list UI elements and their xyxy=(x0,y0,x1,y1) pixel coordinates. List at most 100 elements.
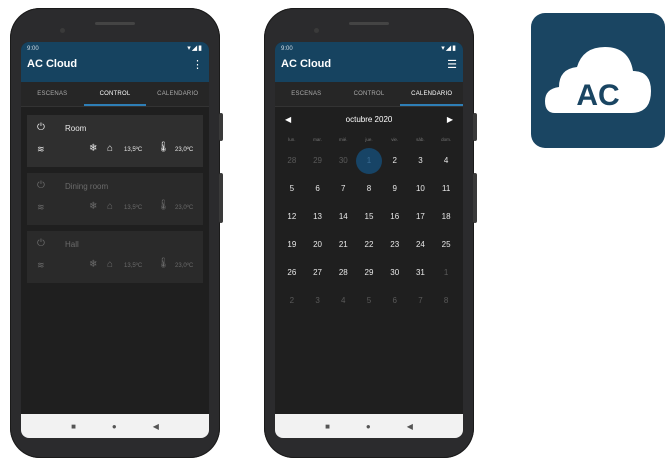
indoor-temperature-icon: ⌂ xyxy=(107,201,114,212)
calendar-day[interactable]: 16 xyxy=(382,203,408,231)
calendar-day[interactable]: 27 xyxy=(305,259,331,287)
calendar-day[interactable]: 9 xyxy=(382,175,408,203)
logo-text: AC xyxy=(576,79,619,112)
day-number: 30 xyxy=(390,268,400,277)
calendar-day[interactable]: 25 xyxy=(433,231,459,259)
day-number: 3 xyxy=(315,296,320,305)
tab-escenas[interactable]: ESCENAS xyxy=(275,82,338,106)
tab-escenas[interactable]: ESCENAS xyxy=(21,82,84,106)
earpiece-speaker xyxy=(349,22,389,25)
phone-calendar: 9:00 ▾◢▮ AC Cloud ☰ ESCENAS CONTROL CALE… xyxy=(264,8,477,458)
calendar-day[interactable]: 30 xyxy=(382,259,408,287)
calendar-day[interactable]: 18 xyxy=(433,203,459,231)
calendar-day[interactable]: 29 xyxy=(356,259,382,287)
device-name: Hall xyxy=(65,240,79,249)
calendar-day[interactable]: 6 xyxy=(305,175,331,203)
day-number: 29 xyxy=(364,268,374,277)
snowflake-icon: ❄ xyxy=(89,259,98,270)
home-icon[interactable]: ● xyxy=(112,422,117,431)
back-icon[interactable]: ◀ xyxy=(153,422,159,431)
calendar-day[interactable]: 12 xyxy=(279,203,305,231)
wifi-icon: ≋ xyxy=(37,202,45,212)
calendar-day[interactable]: 3 xyxy=(408,147,434,175)
calendar-day-selected[interactable]: 1 xyxy=(355,147,382,175)
device-name: Dining room xyxy=(65,182,109,191)
calendar-day[interactable]: 21 xyxy=(330,231,356,259)
calendar-day[interactable]: 4 xyxy=(433,147,459,175)
calendar-day[interactable]: 4 xyxy=(330,287,356,315)
wifi-icon: ≋ xyxy=(37,144,45,154)
calendar-day[interactable]: 2 xyxy=(382,147,408,175)
day-number: 3 xyxy=(418,156,423,165)
calendar-day[interactable]: 8 xyxy=(433,287,459,315)
calendar-day[interactable]: 28 xyxy=(279,147,305,175)
thermometer-icon: 🌡 xyxy=(157,142,170,153)
calendar-day[interactable]: 6 xyxy=(382,287,408,315)
device-name: Room xyxy=(65,124,87,133)
back-icon[interactable]: ◀ xyxy=(407,422,413,431)
recents-icon[interactable]: ■ xyxy=(71,422,76,431)
tab-calendario[interactable]: CALENDARIO xyxy=(400,82,463,106)
tab-calendario[interactable]: CALENDARIO xyxy=(146,82,209,106)
calendar-day[interactable]: 10 xyxy=(408,175,434,203)
day-number: 20 xyxy=(313,240,323,249)
calendar-day[interactable]: 28 xyxy=(330,259,356,287)
app-bar: 9:00 ▾◢▮ AC Cloud ⋮ xyxy=(21,42,209,82)
power-icon[interactable]: ⏻ xyxy=(37,122,45,133)
recents-icon[interactable]: ■ xyxy=(325,422,330,431)
app-screen: 9:00 ▾◢▮ AC Cloud ☰ ESCENAS CONTROL CALE… xyxy=(275,42,463,438)
setpoint-temperature: 23,0ºC xyxy=(175,147,194,153)
day-number: 4 xyxy=(443,156,449,165)
calendar-day[interactable]: 8 xyxy=(356,175,382,203)
calendar-day[interactable]: 14 xyxy=(330,203,356,231)
calendar-day[interactable]: 24 xyxy=(408,231,434,259)
day-number: 25 xyxy=(441,240,451,249)
device-card-hall[interactable]: ⏻ Hall ≋ ❄ ⌂ 13,5ºC 🌡 23,0ºC xyxy=(27,231,203,283)
calendar-day[interactable]: 3 xyxy=(305,287,331,315)
calendar-day[interactable]: 17 xyxy=(408,203,434,231)
thermometer-icon: 🌡 xyxy=(157,258,170,269)
calendar-day[interactable]: 23 xyxy=(382,231,408,259)
device-card-dining-room[interactable]: ⏻ Dining room ≋ ❄ ⌂ 13,5ºC 🌡 23,0ºC xyxy=(27,173,203,225)
tab-bar: ESCENAS CONTROL CALENDARIO xyxy=(21,82,209,107)
indoor-temperature: 13,5ºC xyxy=(124,205,143,211)
tab-control[interactable]: CONTROL xyxy=(83,82,147,106)
weekday-label: mar. xyxy=(313,137,322,142)
next-month-icon[interactable]: ▶ xyxy=(447,115,453,124)
day-number: 5 xyxy=(289,184,295,193)
calendar-day[interactable]: 13 xyxy=(305,203,331,231)
day-number: 10 xyxy=(415,184,425,193)
calendar-day[interactable]: 29 xyxy=(305,147,331,175)
front-camera xyxy=(60,28,65,33)
calendar-day[interactable]: 19 xyxy=(279,231,305,259)
volume-button xyxy=(219,113,223,141)
calendar-day[interactable]: 31 xyxy=(408,259,434,287)
calendar-day[interactable]: 7 xyxy=(330,175,356,203)
device-card-room[interactable]: ⏻ Room ≋ ❄ ⌂ 13,5ºC 🌡 23,0ºC xyxy=(27,115,203,167)
day-number: 2 xyxy=(289,296,295,305)
calendar-day[interactable]: 22 xyxy=(356,231,382,259)
calendar-day[interactable]: 26 xyxy=(279,259,305,287)
list-menu-icon[interactable]: ☰ xyxy=(447,58,457,71)
day-number: 7 xyxy=(341,184,346,193)
calendar-day[interactable]: 30 xyxy=(330,147,356,175)
calendar-day[interactable]: 2 xyxy=(279,287,305,315)
power-icon[interactable]: ⏻ xyxy=(37,238,45,249)
home-icon[interactable]: ● xyxy=(366,422,371,431)
kebab-menu-icon[interactable]: ⋮ xyxy=(192,58,203,71)
day-number: 7 xyxy=(418,296,423,305)
calendar-day[interactable]: 20 xyxy=(305,231,331,259)
calendar-day[interactable]: 11 xyxy=(433,175,459,203)
calendar-day[interactable]: 5 xyxy=(356,287,382,315)
calendar-day[interactable]: 7 xyxy=(408,287,434,315)
day-number: 12 xyxy=(287,212,297,221)
calendar-day[interactable]: 5 xyxy=(279,175,305,203)
power-icon[interactable]: ⏻ xyxy=(37,180,45,191)
tab-control[interactable]: CONTROL xyxy=(338,82,401,106)
calendar-day[interactable]: 1 xyxy=(433,259,459,287)
weekday-label: jue. xyxy=(365,137,373,142)
day-number: 16 xyxy=(390,212,400,221)
day-number: 28 xyxy=(287,156,297,165)
calendar-day[interactable]: 15 xyxy=(356,203,382,231)
day-number: 18 xyxy=(441,212,451,221)
